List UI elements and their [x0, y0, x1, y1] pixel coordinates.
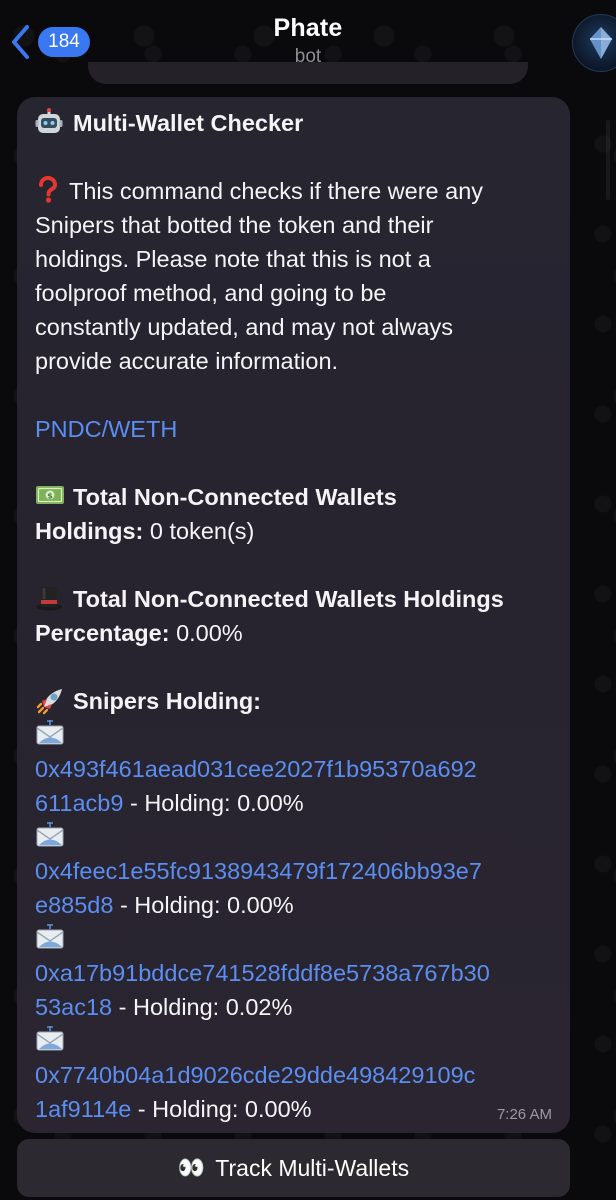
sniper-address-link[interactable]: 611acb9: [35, 790, 123, 816]
dollar-banknote-icon: $: [35, 482, 65, 510]
bot-message-bubble[interactable]: Multi-Wallet Checker This command checks…: [17, 97, 570, 1133]
description-line: provide accurate information.: [35, 348, 339, 374]
description-line: foolproof method, and going to be: [35, 280, 387, 306]
sniper-envelope-line: [35, 718, 556, 752]
scroll-indicator[interactable]: [606, 120, 610, 200]
incoming-envelope-icon: [35, 720, 65, 748]
sniper-address-link[interactable]: 0x7740b04a1d9026cde29dde498429109c: [35, 1062, 475, 1088]
chat-title[interactable]: Phate: [0, 14, 616, 43]
message-timestamp: 7:26 AM: [496, 1106, 552, 1123]
sniper-envelope-line: [35, 922, 556, 956]
top-hat-icon: [35, 584, 65, 612]
rocket-icon: [35, 686, 65, 715]
holdings-line: Holdings: 0 token(s): [35, 514, 556, 548]
percentage-title-line: Total Non-Connected Wallets Holdings: [35, 582, 556, 616]
percentage-line: Percentage: 0.00%: [35, 616, 556, 650]
sniper-holding: - Holding: 0.00%: [131, 1096, 312, 1122]
sniper-envelope-line: [35, 820, 556, 854]
description-line: holdings. Please note that this is not a: [35, 246, 431, 272]
robot-face-icon: [35, 108, 65, 136]
sniper-envelope-line: [35, 1024, 556, 1058]
sniper-address-link[interactable]: 53ac18: [35, 994, 112, 1020]
token-pair-link[interactable]: PNDC/WETH: [35, 416, 177, 442]
track-multi-wallets-label: Track Multi-Wallets: [215, 1154, 410, 1181]
crystal-logo-icon: [590, 27, 612, 59]
holdings-value: 0 token(s): [149, 518, 255, 544]
snipers-title: Snipers Holding:: [73, 688, 261, 714]
sniper-holding: - Holding: 0.02%: [112, 994, 293, 1020]
percentage-value: 0.00%: [176, 620, 243, 646]
chat-header: 184 Phate bot: [0, 0, 616, 80]
sniper-address-link[interactable]: 0x493f461aead031cee2027f1b95370a692: [35, 756, 477, 782]
message-title-line: Multi-Wallet Checker: [35, 106, 556, 140]
percentage-label: Percentage:: [35, 620, 170, 646]
sniper-address-link[interactable]: 1af9114e: [35, 1096, 131, 1122]
incoming-envelope-icon: [35, 1026, 65, 1054]
sniper-holding: - Holding: 0.00%: [123, 790, 304, 816]
description-block: This command checks if there were any Sn…: [35, 174, 555, 378]
svg-text:$: $: [47, 491, 53, 500]
description-line: Snipers that botted the token and their: [35, 212, 434, 238]
incoming-envelope-icon: [35, 924, 65, 952]
incoming-envelope-icon: [35, 822, 65, 850]
sniper-holding: - Holding: 0.00%: [113, 892, 294, 918]
sniper-address-link[interactable]: e885d8: [35, 892, 113, 918]
eyes-icon: 👀: [177, 1155, 205, 1180]
description-line: This command checks if there were any: [69, 178, 484, 204]
track-multi-wallets-button[interactable]: 👀 Track Multi-Wallets: [17, 1139, 570, 1197]
chat-subtitle: bot: [294, 46, 322, 67]
holdings-label: Holdings:: [35, 518, 144, 544]
holdings-title: Total Non-Connected Wallets: [73, 484, 397, 510]
message-title: Multi-Wallet Checker: [73, 110, 304, 136]
sniper-address-link[interactable]: 0xa17b91bddce741528fddf8e5738a767b30: [35, 960, 490, 986]
description-line: constantly updated, and may not always: [35, 314, 454, 340]
red-question-mark-icon: [35, 176, 61, 204]
sniper-address-link[interactable]: 0x4feec1e55fc9138943479f172406bb93e7: [35, 858, 482, 884]
snipers-title-line: Snipers Holding:: [35, 684, 556, 718]
holdings-title-line: $ Total Non-Connected Wallets: [35, 480, 556, 514]
percentage-title: Total Non-Connected Wallets Holdings: [73, 586, 504, 612]
